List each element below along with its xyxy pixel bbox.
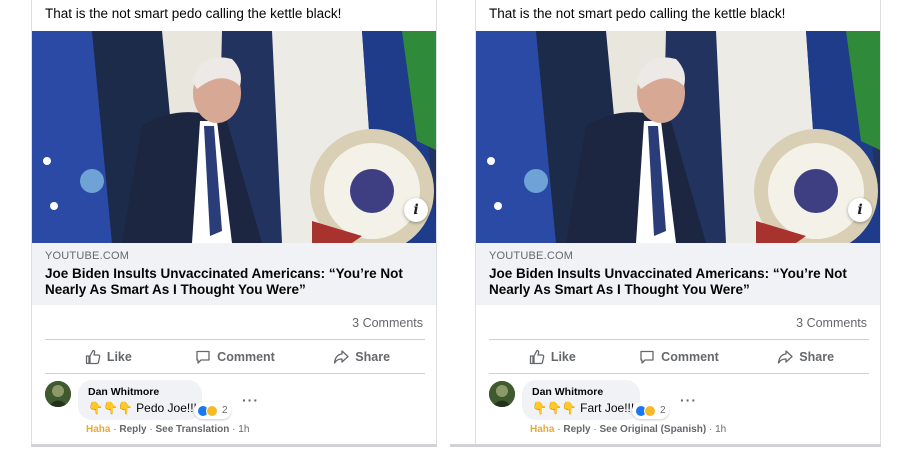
avatar[interactable]: [45, 381, 71, 407]
comment-button[interactable]: Comment: [616, 340, 743, 373]
pointing-down-emoji: 👇👇👇: [88, 401, 133, 415]
card-edge: [31, 444, 437, 447]
comment-label: Comment: [661, 349, 719, 364]
like-label: Like: [106, 349, 132, 364]
thumbs-up-icon: [85, 349, 101, 364]
comment-button[interactable]: Comment: [172, 340, 299, 373]
comment-label: Comment: [217, 349, 275, 364]
comment-text: 👇👇👇 Pedo Joe!!!: [88, 401, 197, 415]
like-button[interactable]: Like: [45, 340, 172, 373]
see-original-link[interactable]: See Original (Spanish): [599, 424, 706, 435]
info-icon[interactable]: i: [404, 198, 428, 222]
comment-meta: Haha · Reply · See Translation · 1h: [86, 424, 249, 435]
comment-body: Pedo Joe!!!: [136, 401, 197, 415]
comment-time[interactable]: 1h: [715, 424, 726, 435]
post-actions: Like Comment Share: [45, 340, 425, 373]
comment-icon: [640, 350, 654, 364]
share-button[interactable]: Share: [742, 340, 869, 373]
page-bottom: [0, 444, 900, 476]
comment-icon: [196, 350, 210, 364]
reaction-summary[interactable]: 2: [632, 402, 669, 419]
post-text: That is the not smart pedo calling the k…: [489, 6, 786, 21]
link-preview-image[interactable]: [32, 31, 436, 243]
share-button[interactable]: Share: [298, 340, 425, 373]
haha-reaction-icon: [206, 404, 218, 417]
link-preview-box[interactable]: YOUTUBE.COM Joe Biden Insults Unvaccinat…: [476, 243, 880, 305]
video-thumbnail: [476, 31, 880, 243]
comment-author[interactable]: Dan Whitmore: [532, 386, 628, 398]
haha-reaction-icon: [644, 404, 656, 417]
like-button[interactable]: Like: [489, 340, 616, 373]
share-icon: [778, 349, 793, 364]
reaction-count: 2: [222, 405, 228, 416]
link-title[interactable]: Joe Biden Insults Unvaccinated Americans…: [45, 266, 430, 298]
like-label: Like: [550, 349, 576, 364]
reaction-summary[interactable]: 2: [194, 402, 231, 419]
separator: ·: [554, 424, 564, 435]
comments-count[interactable]: 3 Comments: [352, 316, 423, 330]
comment-bubble: Dan Whitmore 👇👇👇 Fart Joe!!!: [522, 380, 640, 420]
comment-bubble: Dan Whitmore 👇👇👇 Pedo Joe!!!: [78, 380, 202, 420]
divider: [489, 373, 869, 374]
link-domain: YOUTUBE.COM: [489, 250, 574, 262]
share-label: Share: [355, 349, 391, 364]
post-text: That is the not smart pedo calling the k…: [45, 6, 342, 21]
post-card: That is the not smart pedo calling the k…: [31, 0, 437, 444]
divider: [45, 373, 425, 374]
haha-reaction-link[interactable]: Haha: [86, 424, 110, 435]
post-actions: Like Comment Share: [489, 340, 869, 373]
pointing-down-emoji: 👇👇👇: [532, 401, 577, 415]
link-preview-box[interactable]: YOUTUBE.COM Joe Biden Insults Unvaccinat…: [32, 243, 436, 305]
more-options-icon[interactable]: ···: [680, 392, 697, 408]
reaction-count: 2: [660, 405, 666, 416]
share-label: Share: [799, 349, 835, 364]
link-title[interactable]: Joe Biden Insults Unvaccinated Americans…: [489, 266, 874, 298]
comment-body: Fart Joe!!!: [580, 401, 635, 415]
see-translation-link[interactable]: See Translation: [155, 424, 229, 435]
comment-text: 👇👇👇 Fart Joe!!!: [532, 401, 634, 415]
haha-reaction-link[interactable]: Haha: [530, 424, 554, 435]
link-preview-image[interactable]: [476, 31, 880, 243]
reply-link[interactable]: Reply: [563, 424, 590, 435]
separator: ·: [110, 424, 120, 435]
separator: ·: [706, 424, 716, 435]
share-icon: [334, 349, 349, 364]
link-domain: YOUTUBE.COM: [45, 250, 130, 262]
video-thumbnail: [32, 31, 436, 243]
card-edge: [450, 444, 881, 447]
reply-link[interactable]: Reply: [119, 424, 146, 435]
avatar[interactable]: [489, 381, 515, 407]
info-icon[interactable]: i: [848, 198, 872, 222]
separator: ·: [229, 424, 239, 435]
thumbs-up-icon: [529, 349, 545, 364]
comment-author[interactable]: Dan Whitmore: [88, 386, 190, 398]
comments-count[interactable]: 3 Comments: [796, 316, 867, 330]
more-options-icon[interactable]: ···: [242, 392, 259, 408]
comment-meta: Haha · Reply · See Original (Spanish) · …: [530, 424, 726, 435]
post-card: That is the not smart pedo calling the k…: [475, 0, 881, 444]
comment-time[interactable]: 1h: [238, 424, 249, 435]
